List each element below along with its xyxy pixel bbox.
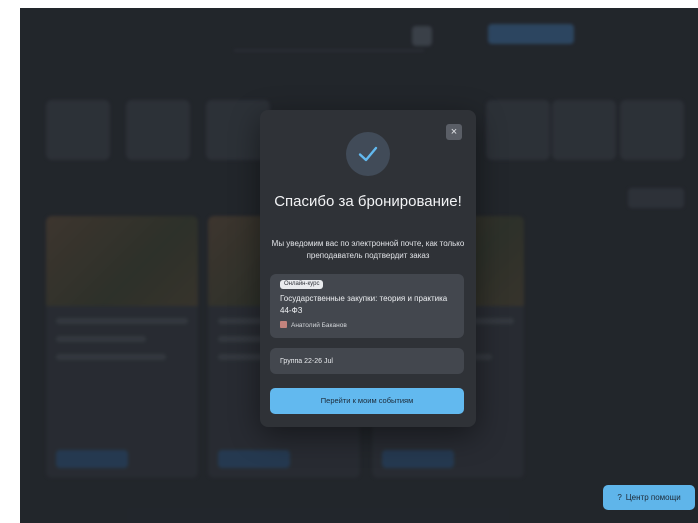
app-window: × Спасибо за бронирование! Мы уведомим в… [20, 8, 698, 523]
booking-confirmation-modal: × Спасибо за бронирование! Мы уведомим в… [260, 110, 476, 427]
close-button[interactable]: × [446, 124, 462, 140]
group-card: Группа 22-26 Jul [270, 348, 464, 374]
success-badge [346, 132, 390, 176]
help-center-label: Центр помощи [625, 493, 681, 502]
group-label: Группа 22-26 Jul [280, 358, 333, 365]
help-icon: ? [617, 493, 622, 502]
author-name: Анатолий Баканов [291, 322, 347, 329]
course-title: Государственные закупки: теория и практи… [280, 294, 448, 315]
course-author: Анатолий Баканов [280, 321, 347, 330]
help-center-button[interactable]: ? Центр помощи [603, 485, 695, 510]
avatar [280, 321, 287, 328]
checkmark-icon [358, 146, 378, 162]
modal-title: Спасибо за бронирование! [274, 193, 462, 210]
course-type-badge: Онлайн-курс [280, 280, 324, 289]
course-card: Онлайн-курс Государственные закупки: тео… [270, 274, 464, 338]
modal-subtitle: Мы уведомим вас по электронной почте, ка… [271, 239, 465, 260]
go-to-my-events-button[interactable]: Перейти к моим событиям [270, 388, 464, 414]
